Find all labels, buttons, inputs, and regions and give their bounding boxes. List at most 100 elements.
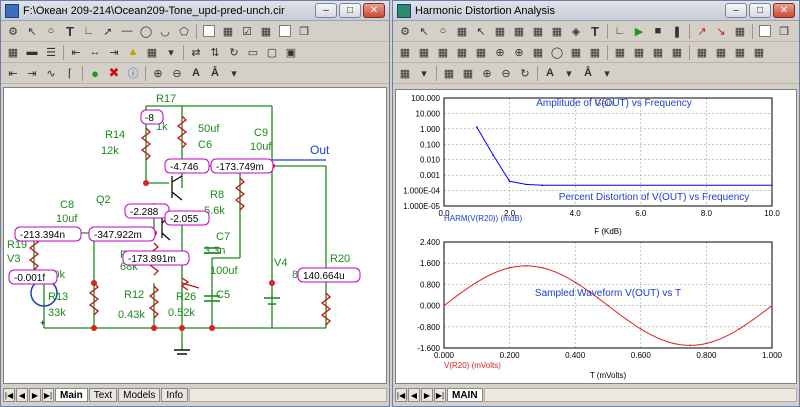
tab-info[interactable]: Info [161, 388, 189, 402]
stop-icon[interactable]: ■ [649, 23, 667, 40]
tokens-icon[interactable]: ▦ [459, 65, 477, 82]
schematic-canvas[interactable]: + R17 1k R14 12k 50uf C6 C9 10uf Q2 R8 5… [3, 87, 387, 384]
zoom-out-icon[interactable]: ⊖ [168, 65, 186, 82]
ruler-icon[interactable]: ▬ [23, 44, 41, 61]
arc-tool-icon[interactable]: ◡ [156, 23, 174, 40]
align-left-icon[interactable]: ⇤ [67, 44, 85, 61]
dropdown-icon[interactable]: ▾ [415, 65, 433, 82]
pause-icon[interactable]: ❚ [668, 23, 686, 40]
flip-x-icon[interactable]: ⇄ [187, 44, 205, 61]
probe-icon[interactable]: ⌈ [61, 65, 79, 82]
play-icon[interactable]: ▶ [630, 23, 648, 40]
plot-props-icon[interactable]: ▦ [415, 44, 433, 61]
layers-icon[interactable]: ▦ [143, 44, 161, 61]
analysis-icon[interactable]: ∿ [42, 65, 60, 82]
rotate-icon[interactable]: ↻ [225, 44, 243, 61]
point-icon[interactable]: ◯ [548, 44, 566, 61]
zoom-in-icon[interactable]: ⊕ [149, 65, 167, 82]
ungroup-icon[interactable]: ▣ [282, 44, 300, 61]
zoom-in-icon[interactable]: ⊕ [478, 65, 496, 82]
step-left-icon[interactable]: ⇤ [4, 65, 22, 82]
grid-icon[interactable]: ▦ [491, 23, 509, 40]
align-right-icon[interactable]: ⇥ [105, 44, 123, 61]
node-numbers-icon[interactable]: ▦ [257, 23, 275, 40]
low-icon[interactable]: ▦ [630, 44, 648, 61]
dropdown-arrow-icon[interactable]: ▾ [225, 65, 243, 82]
font-icon[interactable]: A [541, 65, 559, 82]
horizontal-scrollbar[interactable] [189, 388, 387, 402]
font-size-icon[interactable]: Å [206, 65, 224, 82]
close-button[interactable]: ✕ [363, 3, 385, 18]
tab-models[interactable]: Models [118, 388, 161, 402]
overlay-icon[interactable]: ▦ [472, 44, 490, 61]
scale-icon[interactable]: ▦ [453, 23, 471, 40]
warning-icon[interactable]: ▲ [124, 44, 142, 61]
properties-icon[interactable]: ▦ [396, 65, 414, 82]
refresh-icon[interactable]: ↻ [516, 65, 534, 82]
sweep-icon[interactable]: ▦ [731, 23, 749, 40]
group-icon[interactable]: ▢ [263, 44, 281, 61]
tab-main[interactable]: Main [55, 388, 88, 402]
tag-horizontal-icon[interactable]: ▦ [731, 44, 749, 61]
zoom-icon[interactable]: ⊕ [491, 44, 509, 61]
voltage-tag[interactable]: -2.055 [170, 214, 199, 225]
zoom-out-icon[interactable]: ⊖ [497, 65, 515, 82]
plot-icon[interactable]: ▦ [396, 44, 414, 61]
line-tool-icon[interactable]: — [118, 23, 136, 40]
slope-icon[interactable]: ▦ [668, 44, 686, 61]
dropdown-icon[interactable]: ▾ [162, 44, 180, 61]
palette-icon[interactable]: ◈ [567, 23, 585, 40]
first-page-icon[interactable]: |◀ [395, 388, 407, 402]
wire-tool-icon[interactable]: ∟ [80, 23, 98, 40]
page-icon[interactable] [276, 23, 294, 40]
text-tool-icon[interactable]: T [61, 23, 79, 40]
scale-down-icon[interactable]: ↘ [712, 23, 730, 40]
scale-up-icon[interactable]: ↗ [693, 23, 711, 40]
dropdown-arrow-icon[interactable]: ▾ [598, 65, 616, 82]
run-icon[interactable]: ● [86, 65, 104, 82]
font-dropdown-icon[interactable]: ▾ [560, 65, 578, 82]
voltage-tag[interactable]: -0.001f [14, 273, 45, 284]
tab-main[interactable]: MAIN [447, 388, 483, 402]
measure-icon[interactable]: ▦ [548, 23, 566, 40]
voltage-tag[interactable]: -8 [145, 113, 154, 124]
tag-left-icon[interactable]: ▦ [693, 44, 711, 61]
data-points-icon[interactable]: ▦ [440, 65, 458, 82]
plot-canvas[interactable]: 100.000 10.000 1.000 0.100 0.010 0.001 1.000E-… [395, 89, 797, 384]
align-center-icon[interactable]: ↔ [86, 44, 104, 61]
rectangle-tool-icon[interactable] [200, 23, 218, 40]
next-page-icon[interactable]: ▶ [29, 388, 41, 402]
flip-y-icon[interactable]: ⇅ [206, 44, 224, 61]
first-page-icon[interactable]: |◀ [3, 388, 15, 402]
zoom-area-icon[interactable]: ⊕ [510, 44, 528, 61]
tab-text[interactable]: Text [88, 388, 118, 402]
schematic-titlebar[interactable]: F:\Океан 209-214\Ocean209-Tone_upd-pred-… [1, 1, 389, 21]
voltage-tag[interactable]: -213.394n [20, 230, 65, 241]
cursor-icon[interactable]: ↖ [472, 23, 490, 40]
checkbox-icon[interactable]: ☑ [238, 23, 256, 40]
maximize-button[interactable]: □ [339, 3, 361, 18]
voltage-tag[interactable]: -2.288 [130, 207, 159, 218]
maximize-button[interactable]: □ [749, 3, 771, 18]
window-icon[interactable] [756, 23, 774, 40]
close-button[interactable]: ✕ [773, 3, 795, 18]
diagonal-wire-icon[interactable]: ➚ [99, 23, 117, 40]
horizontal-scrollbar[interactable] [483, 388, 797, 402]
component-tool-icon[interactable]: ⚙ [4, 23, 22, 40]
prev-page-icon[interactable]: ◀ [408, 388, 420, 402]
voltage-tag[interactable]: -4.746 [170, 162, 199, 173]
chart-icon[interactable]: ▦ [529, 23, 547, 40]
component-tool-icon[interactable]: ⚙ [396, 23, 414, 40]
copy-icon[interactable]: ❐ [775, 23, 793, 40]
pan-icon[interactable]: ○ [434, 23, 452, 40]
pan-icon[interactable]: ○ [42, 23, 60, 40]
minimize-button[interactable]: – [725, 3, 747, 18]
analysis-titlebar[interactable]: Harmonic Distortion Analysis – □ ✕ [393, 1, 799, 21]
fit-icon[interactable]: ▦ [529, 44, 547, 61]
table-icon[interactable]: ▦ [510, 23, 528, 40]
font-size-icon[interactable]: Å [579, 65, 597, 82]
mirror-icon[interactable]: ▭ [244, 44, 262, 61]
properties-icon[interactable]: ▦ [4, 44, 22, 61]
step-right-icon[interactable]: ⇥ [23, 65, 41, 82]
prev-page-icon[interactable]: ◀ [16, 388, 28, 402]
